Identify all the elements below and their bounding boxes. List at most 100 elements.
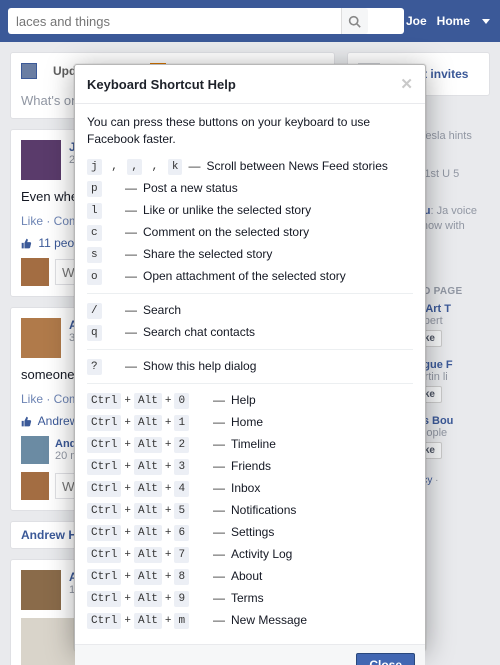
dash: — (213, 503, 225, 517)
avatar (21, 140, 61, 180)
key: Ctrl (87, 437, 121, 453)
shortcut-desc: Inbox (231, 481, 260, 495)
chevron-down-icon[interactable] (482, 19, 490, 24)
shortcut-desc: Like or unlike the selected story (143, 203, 311, 217)
key: Alt (134, 547, 162, 563)
shortcut-keys: l (87, 202, 119, 219)
dash: — (213, 547, 225, 561)
modal-intro: You can press these buttons on your keyb… (87, 114, 413, 148)
dash: — (125, 225, 137, 239)
shortcut-desc: Show this help dialog (143, 359, 256, 373)
key: q (87, 325, 102, 341)
dash: — (125, 325, 137, 339)
shortcut-keys: Ctrl+Alt+m (87, 612, 207, 629)
dash: — (213, 459, 225, 473)
shortcut-keys: Ctrl+Alt+7 (87, 546, 207, 563)
shortcut-desc: Comment on the selected story (143, 225, 309, 239)
key: / (87, 303, 102, 319)
shortcut-row: ? — Show this help dialog (87, 358, 413, 375)
dash: — (125, 359, 137, 373)
dash: — (213, 393, 225, 407)
shortcut-desc: Share the selected story (143, 247, 272, 261)
shortcut-row: Ctrl+Alt+2—Timeline (87, 436, 413, 453)
key: p (87, 181, 102, 197)
dash: — (188, 159, 200, 173)
modal-title: Keyboard Shortcut Help (87, 77, 236, 92)
key: o (87, 269, 102, 285)
shortcut-row: Ctrl+Alt+7 — Activity Log (87, 546, 413, 563)
avatar (21, 570, 61, 610)
key: Alt (134, 393, 162, 409)
home-link[interactable]: Home (437, 14, 470, 28)
key: k (168, 159, 183, 175)
shortcut-keys: o (87, 268, 119, 285)
separator (87, 349, 413, 350)
shortcut-row: Ctrl+Alt+1—Home (87, 414, 413, 431)
key: 3 (174, 459, 189, 475)
shortcut-desc: New Message (231, 613, 307, 627)
key: 0 (174, 393, 189, 409)
key: 7 (174, 547, 189, 563)
modal-overlay: Keyboard Shortcut Help ✕ You can press t… (0, 42, 500, 651)
topbar: Joe Home (0, 0, 500, 42)
key: s (87, 247, 102, 263)
shortcut-row: p—Post a new status (87, 180, 413, 197)
shortcut-row: /—Search (87, 302, 413, 319)
shortcut-row: o—Open attachment of the selected story (87, 268, 413, 285)
shortcut-keys: Ctrl+Alt+0 (87, 392, 207, 409)
separator (87, 293, 413, 294)
shortcut-row: Ctrl+Alt+0 — Help (87, 392, 413, 409)
dash: — (213, 613, 225, 627)
search-icon[interactable] (341, 8, 368, 34)
shortcut-keys: Ctrl+Alt+2 (87, 436, 207, 453)
dash: — (125, 181, 137, 195)
search-wrap (8, 8, 368, 34)
key: m (174, 613, 189, 629)
shortcut-row: Ctrl+Alt+8—About (87, 568, 413, 585)
key: Ctrl (87, 591, 121, 607)
key: Ctrl (87, 503, 121, 519)
key: Alt (134, 591, 162, 607)
avatar (21, 318, 61, 358)
key: 4 (174, 481, 189, 497)
key: Alt (134, 613, 162, 629)
close-icon[interactable]: ✕ (400, 75, 413, 93)
shortcut-keys: Ctrl+Alt+3 (87, 458, 207, 475)
keyboard-shortcut-modal: Keyboard Shortcut Help ✕ You can press t… (74, 64, 426, 651)
shortcut-row: s—Share the selected story (87, 246, 413, 263)
key: Alt (134, 415, 162, 431)
key: 2 (174, 437, 189, 453)
shortcut-desc: Help (231, 393, 256, 407)
key: Ctrl (87, 481, 121, 497)
shortcut-row: Ctrl+Alt+m — New Message (87, 612, 413, 629)
shortcut-row: Ctrl+Alt+3 — Friends (87, 458, 413, 475)
key: Ctrl (87, 525, 121, 541)
key: Alt (134, 525, 162, 541)
user-name: Joe (406, 14, 427, 28)
key: , (127, 159, 142, 175)
key: Alt (134, 569, 162, 585)
dash: — (213, 481, 225, 495)
key: Ctrl (87, 547, 121, 563)
close-button[interactable]: Close (356, 653, 415, 665)
shortcut-row: Ctrl+Alt+9—Terms (87, 590, 413, 607)
shortcut-row: q—Search chat contacts (87, 324, 413, 341)
key: l (87, 203, 102, 219)
key: 1 (174, 415, 189, 431)
separator (87, 383, 413, 384)
shortcut-row: l—Like or unlike the selected story (87, 202, 413, 219)
shortcut-desc: Terms (231, 591, 264, 605)
shortcut-desc: Friends (231, 459, 271, 473)
shortcut-keys: Ctrl+Alt+6 (87, 524, 207, 541)
key: Alt (134, 503, 162, 519)
key: ? (87, 359, 102, 375)
shortcut-keys: s (87, 246, 119, 263)
shortcut-desc: Activity Log (231, 547, 292, 561)
shortcut-keys: Ctrl+Alt+8 (87, 568, 207, 585)
key: j (87, 159, 102, 175)
shortcut-desc: Home (231, 415, 263, 429)
shortcut-row: Ctrl+Alt+6—Settings (87, 524, 413, 541)
shortcut-keys: c (87, 224, 119, 241)
key: Ctrl (87, 393, 121, 409)
avatar (21, 258, 49, 286)
